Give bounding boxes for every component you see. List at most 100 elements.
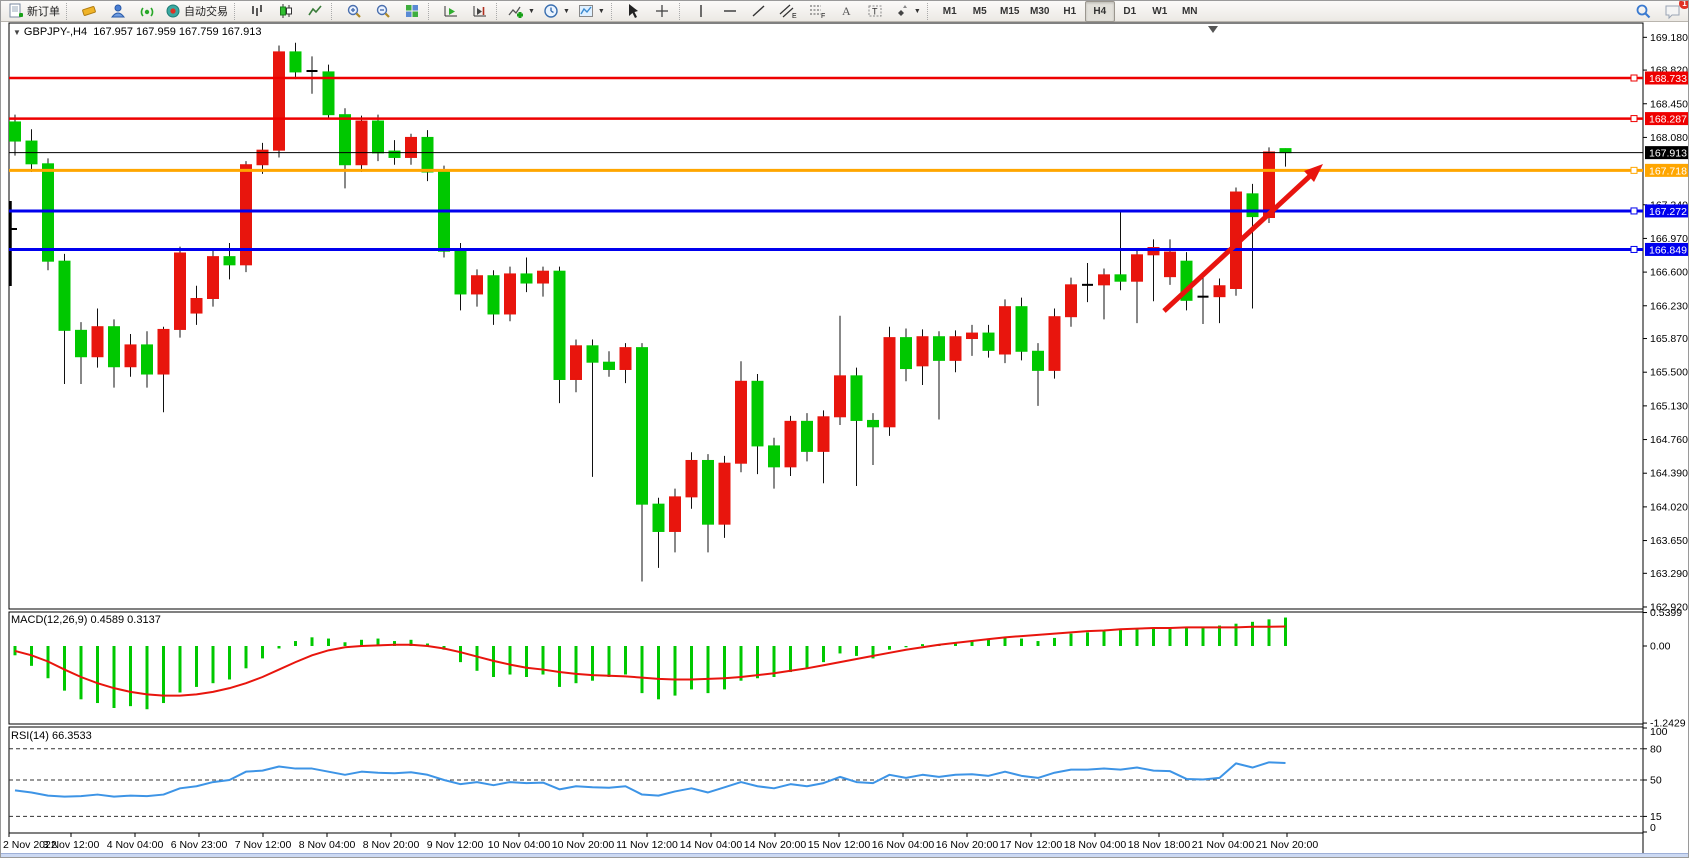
line-handle[interactable] <box>1631 75 1637 81</box>
timeframe-button-m5[interactable]: M5 <box>965 1 995 22</box>
candlestick-mode-button[interactable] <box>271 1 300 22</box>
cursor-arrow-icon <box>625 3 641 19</box>
line-handle[interactable] <box>1631 116 1637 122</box>
candle-body <box>950 337 961 361</box>
candle-body <box>967 333 978 338</box>
vertical-line-button[interactable] <box>687 1 716 22</box>
candle-body <box>1132 255 1143 281</box>
timeframe-button-h4[interactable]: H4 <box>1085 1 1115 22</box>
search-button[interactable] <box>1629 1 1658 22</box>
periods-button[interactable]: ▼ <box>539 1 574 22</box>
symbol-period-label: GBPJPY-,H4 <box>24 26 87 38</box>
time-axis-label: 16 Nov 04:00 <box>872 839 935 851</box>
zoom-out-button[interactable] <box>368 1 397 22</box>
indicators-add-icon <box>508 3 524 19</box>
candle-body <box>554 271 565 379</box>
candle-body <box>356 121 367 165</box>
candle-body <box>76 330 87 356</box>
chart-shift-button[interactable] <box>465 1 494 22</box>
chart-window[interactable]: 169.180168.820168.450168.080167.340166.9… <box>1 22 1689 858</box>
timeframe-button-m1[interactable]: M1 <box>935 1 965 22</box>
timeframe-button-m30[interactable]: M30 <box>1025 1 1055 22</box>
indicators-button[interactable]: ▼ <box>504 1 539 22</box>
rsi-indicator-label: RSI(14) 66.3533 <box>11 730 92 742</box>
templates-button[interactable]: ▼ <box>574 1 609 22</box>
collapse-triangle-icon: ▼ <box>13 28 21 37</box>
candle-body <box>917 337 928 366</box>
text-button[interactable]: A <box>832 1 861 22</box>
line-handle[interactable] <box>1631 167 1637 173</box>
text-label-button[interactable]: T <box>861 1 890 22</box>
fibonacci-button[interactable]: F <box>803 1 832 22</box>
trendline-icon <box>751 3 767 19</box>
new-order-button[interactable]: 新订单 <box>4 1 64 22</box>
autotrading-label: 自动交易 <box>184 3 228 19</box>
bar-chart-mode-button[interactable] <box>242 1 271 22</box>
candle-body <box>109 327 120 367</box>
timeframe-button-d1[interactable]: D1 <box>1115 1 1145 22</box>
vertical-line-icon <box>693 3 709 19</box>
separator <box>66 3 72 20</box>
template-icon <box>578 3 594 19</box>
trendline-button[interactable] <box>745 1 774 22</box>
crosshair-button[interactable] <box>648 1 677 22</box>
chevron-down-icon: ▼ <box>914 8 921 15</box>
line-handle[interactable] <box>1631 208 1637 214</box>
timeframe-button-mn[interactable]: MN <box>1175 1 1205 22</box>
candle-body <box>290 52 301 72</box>
cursor-button[interactable] <box>619 1 648 22</box>
candle-body <box>868 420 879 426</box>
market-watch-button[interactable] <box>74 1 103 22</box>
time-axis-label: 14 Nov 04:00 <box>680 839 743 851</box>
time-axis-label: 9 Nov 12:00 <box>427 839 484 851</box>
bar-chart-icon <box>249 3 265 19</box>
price-axis-tick: 166.230 <box>1650 300 1688 312</box>
price-label-text: 166.849 <box>1649 244 1687 256</box>
svg-text:F: F <box>821 13 825 19</box>
line-chart-mode-button[interactable] <box>300 1 329 22</box>
price-axis-tick: 169.180 <box>1650 32 1688 44</box>
equidistant-channel-button[interactable]: E <box>774 1 803 22</box>
arrows-button[interactable]: ▼ <box>890 1 925 22</box>
separator <box>428 3 434 20</box>
candle-body <box>752 381 763 446</box>
candle-body <box>1115 275 1126 281</box>
time-axis-label: 7 Nov 12:00 <box>235 839 292 851</box>
macd-indicator-label: MACD(12,26,9) 0.4589 0.3137 <box>11 614 161 626</box>
zoom-in-button[interactable] <box>339 1 368 22</box>
mt4-application: 新订单 自动交易 ▼ ▼ ▼ E F A T ▼ <box>0 0 1689 858</box>
candle-body <box>1214 286 1225 297</box>
navigator-button[interactable] <box>103 1 132 22</box>
timeframe-button-h1[interactable]: H1 <box>1055 1 1085 22</box>
chart-canvas[interactable]: 169.180168.820168.450168.080167.340166.9… <box>1 22 1689 858</box>
notifications-button[interactable]: 1 <box>1658 1 1687 22</box>
timeframe-button-m15[interactable]: M15 <box>995 1 1025 22</box>
candle-body <box>142 345 153 374</box>
signals-button[interactable] <box>132 1 161 22</box>
candle-body <box>521 274 532 283</box>
separator <box>927 3 933 20</box>
candle-body <box>851 376 862 421</box>
candle-body <box>208 257 219 299</box>
rsi-axis-tick: 50 <box>1650 775 1662 787</box>
chart-title: ▼GBPJPY-,H4 167.957 167.959 167.759 167.… <box>13 26 261 38</box>
time-axis-label: 8 Nov 04:00 <box>299 839 356 851</box>
candle-body <box>455 251 466 294</box>
auto-scroll-button[interactable] <box>436 1 465 22</box>
timeframe-button-w1[interactable]: W1 <box>1145 1 1175 22</box>
candle-body <box>818 417 829 452</box>
price-axis-tick: 163.290 <box>1650 568 1688 580</box>
candle-body <box>785 421 796 467</box>
horizontal-line-button[interactable] <box>716 1 745 22</box>
line-handle[interactable] <box>1631 246 1637 252</box>
fibonacci-icon: F <box>808 3 826 19</box>
tile-windows-button[interactable] <box>397 1 426 22</box>
candle-body <box>505 274 516 314</box>
candle-body <box>1049 317 1060 371</box>
rsi-axis-tick: 100 <box>1650 726 1668 738</box>
horizontal-line-icon <box>722 3 738 19</box>
macd-axis-tick: 0.5399 <box>1650 607 1682 619</box>
candle-body <box>472 276 483 294</box>
autotrading-button[interactable]: 自动交易 <box>161 1 232 22</box>
chevron-down-icon: ▼ <box>563 8 570 15</box>
